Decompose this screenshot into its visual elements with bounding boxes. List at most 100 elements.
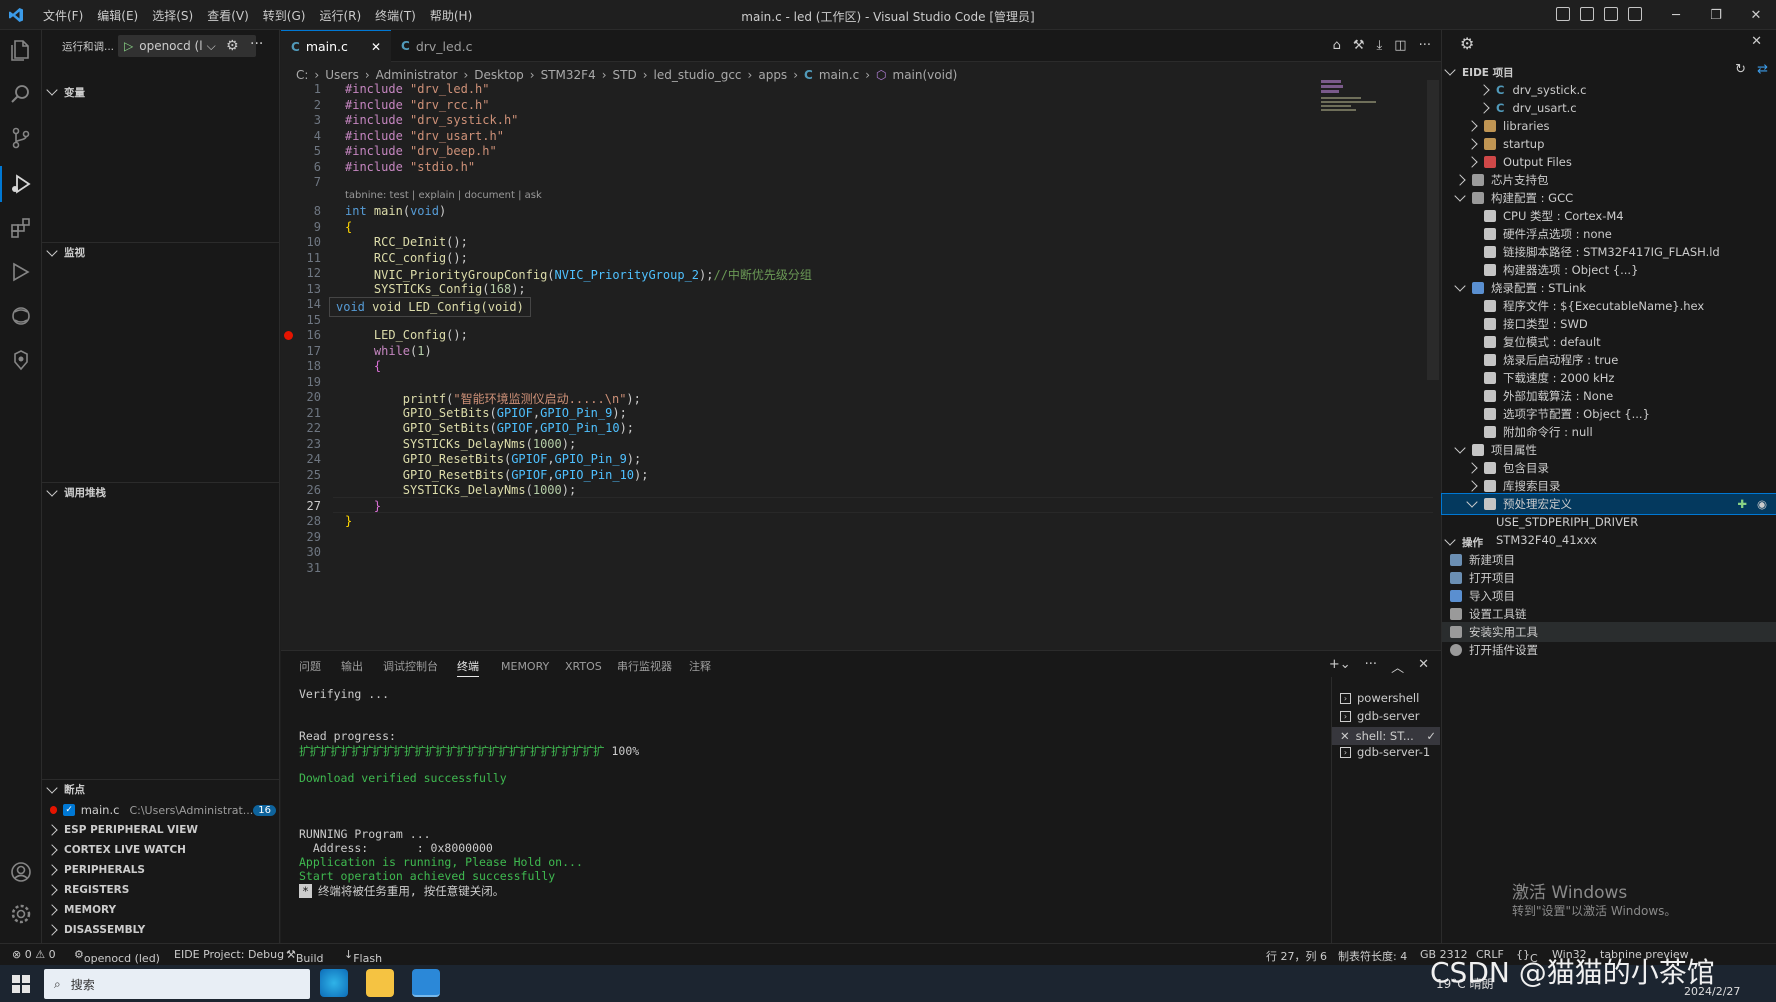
extensions-icon[interactable] [9,216,33,240]
view-icon[interactable]: ◉ [1757,497,1767,511]
breadcrumb-item[interactable]: Users [325,68,359,82]
eide-switch-icon[interactable]: ⇄ [1757,62,1768,77]
eide-tree-item[interactable]: 构建器选项 : Object {...} [1468,260,1638,280]
eide-tree-item[interactable]: Output Files [1466,152,1572,172]
tab-problems[interactable]: 问题 [299,655,321,677]
eide-settings-gear-icon[interactable]: ⚙ [1460,34,1474,53]
add-macro-icon[interactable]: ✚ [1737,497,1747,511]
explorer-icon[interactable] [9,38,33,62]
breakpoint-item[interactable]: ✓ main.c C:\Users\Administrat... 16 [50,800,276,820]
tabnine-codelens[interactable]: tabnine: test | explain | document | ask [345,190,542,201]
eide-project-status[interactable]: EIDE Project: Debug [174,948,284,961]
eide-tree-item[interactable]: startup [1466,134,1544,154]
debug-settings-gear-icon[interactable]: ⚙ [226,38,239,54]
eide-tree-item[interactable]: 选项字节配置 : Object {...} [1468,404,1650,424]
peripherals-header[interactable]: PERIPHERALS [42,860,280,880]
eide-icon[interactable] [9,348,33,372]
minimize-button[interactable]: ─ [1656,0,1696,30]
eide-tree-item[interactable]: CPU 类型 : Cortex-M4 [1468,206,1624,226]
eide-tree-item[interactable]: Cdrv_systick.c [1478,80,1587,100]
memory-header[interactable]: MEMORY [42,900,280,920]
close-sidebar-icon[interactable]: ✕ [1751,34,1762,49]
problems-count[interactable]: ⊗ 0 ⚠ 0 [12,948,56,961]
breadcrumb-item[interactable]: Administrator [376,68,458,82]
eide-tree-item[interactable]: 烧录配置 : STLink [1454,278,1586,298]
breadcrumb-item[interactable]: STD [613,68,637,82]
terminal-item-shell[interactable]: ✕ shell: ST... ✓ [1332,727,1440,745]
eide-tree-item[interactable]: 构建配置 : GCC [1454,188,1573,208]
eide-tree-item[interactable]: 链接脚本路径 : STM32F417IG_FLASH.ld [1468,242,1720,262]
eide-tree-item[interactable]: USE_STDPERIPH_DRIVER [1480,512,1638,532]
testing-icon[interactable] [9,260,33,284]
file-explorer-icon[interactable] [366,969,394,997]
toggle-panel-icon[interactable] [1580,7,1594,21]
disassembly-header[interactable]: DISASSEMBLY [42,920,280,940]
code-editor[interactable]: 1 #include "drv_led.h" 2 #include "drv_rcc… [281,82,1433,648]
eide-build-icon[interactable]: ⌂ [1333,38,1341,53]
callstack-section-header[interactable]: 调用堆栈 [42,482,280,502]
eide-tree-item[interactable]: 库搜索目录 [1466,476,1561,496]
tab-main-c[interactable]: Cmain.c ✕ [281,30,391,62]
tab-serial-monitor[interactable]: 串行监视器 [617,655,672,677]
op-open-project[interactable]: 打开项目 [1450,568,1515,588]
breadcrumb-item[interactable]: main.c [819,68,859,82]
new-terminal-icon[interactable]: +⌄ [1329,657,1351,676]
more-actions-icon[interactable]: ··· [250,36,263,52]
eide-project-header[interactable]: EIDE 项目 [1444,62,1514,82]
tab-xrtos[interactable]: XRTOS [565,655,602,677]
windows-start-icon[interactable] [12,975,30,993]
breadcrumb-item[interactable]: led_studio_gcc [654,68,742,82]
breadcrumb-item[interactable]: apps [758,68,787,82]
taskbar-search-box[interactable]: ⌕ 搜索 [44,969,310,999]
tab-drv-led-c[interactable]: Cdrv_led.c [391,30,501,62]
tab-size[interactable]: 制表符长度: 4 [1338,948,1407,964]
breadcrumb-item[interactable]: main(void) [893,68,958,82]
terminal-item-powershell[interactable]: › powershell [1340,691,1419,705]
edge-icon[interactable] [320,969,348,997]
tab-output[interactable]: 输出 [341,655,363,677]
eide-tree-item[interactable]: STM32F40_41xxx [1480,530,1597,550]
watch-section-header[interactable]: 监视 [42,242,280,262]
close-window-button[interactable]: ✕ [1736,0,1776,30]
restore-button[interactable]: ❐ [1696,0,1736,30]
tab-debug-console[interactable]: 调试控制台 [383,655,438,677]
tab-comments[interactable]: 注释 [689,655,711,677]
start-debug-icon[interactable]: ▷ [124,39,133,53]
refresh-icon[interactable]: ↻ [1735,62,1746,77]
maximize-panel-icon[interactable]: ︿ [1391,657,1404,676]
breakpoint-checkbox[interactable]: ✓ [63,804,75,816]
eide-tree-item[interactable]: 程序文件 : ${ExecutableName}.hex [1468,296,1704,316]
eide-download-icon[interactable]: ⤓ [1377,38,1383,53]
breadcrumb-item[interactable]: Desktop [474,68,524,82]
account-icon[interactable] [9,860,33,884]
toggle-secondary-sidebar-icon[interactable] [1604,7,1618,21]
customize-layout-icon[interactable] [1628,7,1642,21]
cursor-position[interactable]: 行 27，列 6 [1266,948,1327,964]
clock-date[interactable]: 2024/2/27 [1684,985,1740,998]
eide-tree-item[interactable]: 硬件浮点选项 : none [1468,224,1612,244]
minimap[interactable] [1321,80,1381,140]
eide-tree-item[interactable]: libraries [1466,116,1549,136]
esp-peripheral-view-header[interactable]: ESP PERIPHERAL VIEW [42,820,280,840]
remote-icon[interactable] [9,304,33,328]
op-setup-toolchain[interactable]: 设置工具链 [1450,604,1527,624]
flash-button[interactable]: ↓ Flash [344,948,382,965]
breakpoints-section-header[interactable]: 断点 [42,779,280,799]
eide-tree-item[interactable]: 下载速度 : 2000 kHz [1468,368,1614,388]
eide-rebuild-icon[interactable]: ⚒ [1353,38,1365,53]
variables-section-header[interactable]: 变量 [42,82,280,102]
registers-header[interactable]: REGISTERS [42,880,280,900]
eide-tree-item[interactable]: 烧录后启动程序 : true [1468,350,1618,370]
build-button[interactable]: ⚒ Build [286,948,324,965]
terminal-item-gdb-server-1[interactable]: › gdb-server-1 [1340,745,1430,759]
settings-gear-icon[interactable] [9,902,33,926]
debug-status[interactable]: ⚙ openocd (led) [74,948,160,965]
op-install-utility[interactable]: 安装实用工具 [1442,622,1776,642]
cortex-live-watch-header[interactable]: CORTEX LIVE WATCH [42,840,280,860]
toggle-sidebar-icon[interactable] [1556,7,1570,21]
op-import-project[interactable]: 导入项目 [1450,586,1515,606]
close-panel-icon[interactable]: ✕ [1418,657,1429,676]
more-actions-icon[interactable]: ··· [1419,38,1431,53]
eide-tree-item[interactable]: 接口类型 : SWD [1468,314,1588,334]
breadcrumb-item[interactable]: C: [296,68,308,82]
